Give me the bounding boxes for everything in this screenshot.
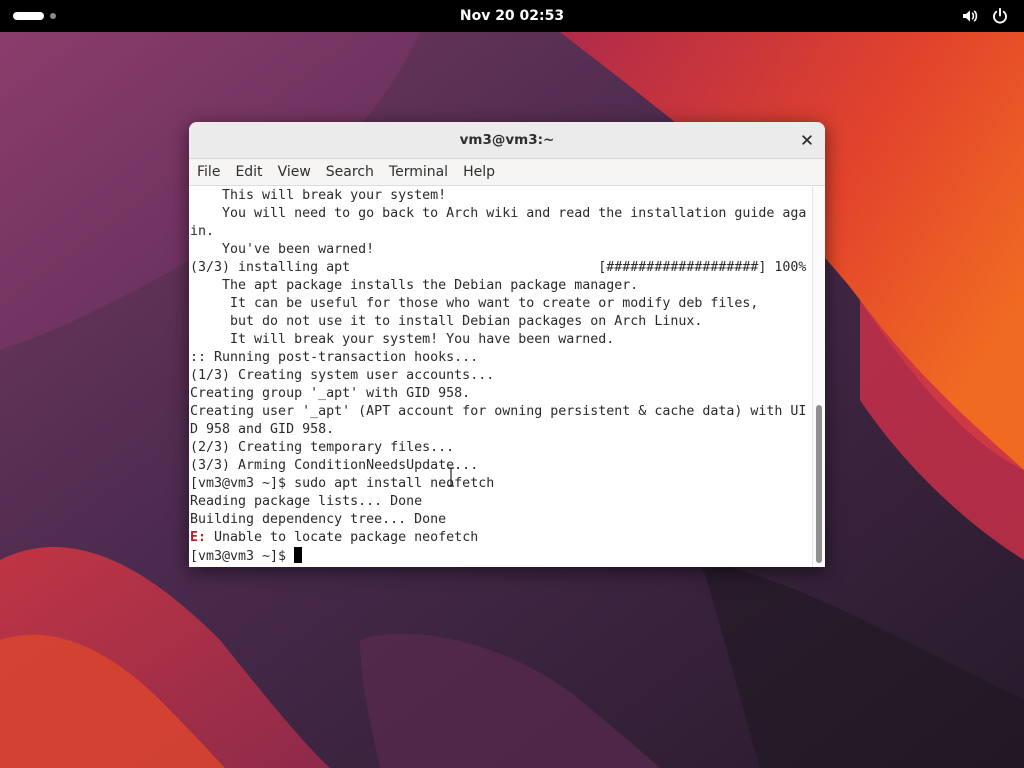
terminal-line: (3/3) Arming ConditionNeedsUpdate...: [190, 458, 479, 473]
terminal-line: in.: [190, 224, 215, 239]
terminal-line: This will break your system!: [190, 188, 447, 203]
clock-label: Nov 20 02:53: [459, 8, 565, 24]
power-icon[interactable]: [990, 6, 1010, 26]
menu-terminal[interactable]: Terminal: [383, 161, 454, 183]
scrollbar-thumb[interactable]: [816, 405, 822, 563]
terminal-line: :: Running post-transaction hooks...: [190, 350, 479, 365]
terminal-output[interactable]: This will break your system! You will ne…: [189, 187, 812, 567]
date-time-clock[interactable]: Nov 20 02:53: [0, 0, 1024, 32]
terminal-line: It will break your system! You have been…: [190, 332, 615, 347]
terminal-line: It can be useful for those who want to c…: [190, 296, 759, 311]
ibeam-cursor-icon: [448, 467, 454, 487]
close-button[interactable]: [797, 130, 817, 150]
terminal-window: vm3@vm3:~ File Edit View Search Terminal…: [189, 122, 825, 567]
volume-icon[interactable]: [960, 6, 980, 26]
menu-edit[interactable]: Edit: [229, 161, 268, 183]
vertical-scrollbar[interactable]: [812, 187, 825, 567]
terminal-lines: This will break your system! You will ne…: [190, 187, 806, 565]
menu-view[interactable]: View: [272, 161, 317, 183]
terminal-line: Creating user '_apt' (APT account for ow…: [190, 404, 807, 419]
menu-search[interactable]: Search: [320, 161, 380, 183]
system-tray[interactable]: [960, 6, 1010, 26]
error-message: Unable to locate package neofetch: [206, 530, 479, 545]
terminal-line: [vm3@vm3 ~]$ sudo apt install neofetch: [190, 476, 495, 491]
window-title: vm3@vm3:~: [459, 132, 555, 148]
error-prefix: E:: [190, 530, 207, 545]
menu-help[interactable]: Help: [457, 161, 501, 183]
terminal-line: Creating group '_apt' with GID 958.: [190, 386, 471, 401]
close-icon: [802, 135, 812, 145]
terminal-prompt-line[interactable]: [vm3@vm3 ~]$: [190, 547, 806, 565]
menu-file[interactable]: File: [191, 161, 226, 183]
terminal-line: (3/3) installing apt [##################…: [190, 260, 807, 275]
window-titlebar[interactable]: vm3@vm3:~: [189, 122, 825, 159]
terminal-line: but do not use it to install Debian pack…: [190, 314, 703, 329]
top-bar: Nov 20 02:53: [0, 0, 1024, 32]
terminal-error-line: E: Unable to locate package neofetch: [190, 529, 806, 547]
menu-bar: File Edit View Search Terminal Help: [189, 159, 825, 186]
terminal-line: You will need to go back to Arch wiki an…: [190, 206, 807, 221]
terminal-line: The apt package installs the Debian pack…: [190, 278, 639, 293]
terminal-line: D 958 and GID 958.: [190, 422, 335, 437]
terminal-line: (2/3) Creating temporary files...: [190, 440, 455, 455]
terminal-line: (1/3) Creating system user accounts...: [190, 368, 495, 383]
shell-prompt: [vm3@vm3 ~]$: [190, 549, 295, 564]
terminal-line: You've been warned!: [190, 242, 375, 257]
text-cursor: [294, 547, 303, 563]
terminal-line: Building dependency tree... Done: [190, 512, 447, 527]
terminal-line: Reading package lists... Done: [190, 494, 423, 509]
